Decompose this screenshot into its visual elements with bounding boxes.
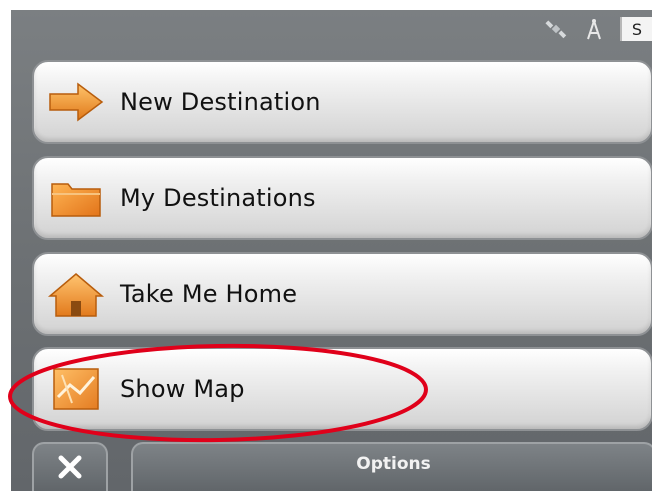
take-me-home-label: Take Me Home xyxy=(120,280,298,308)
close-icon xyxy=(57,454,83,484)
status-bar: S xyxy=(492,10,652,48)
my-destinations-label: My Destinations xyxy=(120,184,316,212)
gps-antenna-icon xyxy=(582,17,606,41)
show-map-button[interactable]: Show Map xyxy=(32,347,652,431)
my-destinations-button[interactable]: My Destinations xyxy=(32,156,652,240)
take-me-home-button[interactable]: Take Me Home xyxy=(32,252,652,336)
new-destination-label: New Destination xyxy=(120,88,321,116)
close-button[interactable] xyxy=(32,442,108,491)
options-label: Options xyxy=(356,454,431,474)
navigation-screen: S New Destination My Destinations Take M… xyxy=(11,10,652,491)
options-button[interactable]: Options xyxy=(131,442,652,491)
map-icon xyxy=(44,365,108,413)
satellite-icon xyxy=(544,17,568,41)
home-icon xyxy=(44,270,108,318)
folder-icon xyxy=(44,174,108,222)
new-destination-button[interactable]: New Destination xyxy=(32,60,652,144)
show-map-label: Show Map xyxy=(120,375,245,403)
arrow-right-icon xyxy=(44,78,108,126)
gps-status-indicator: S xyxy=(620,17,652,41)
